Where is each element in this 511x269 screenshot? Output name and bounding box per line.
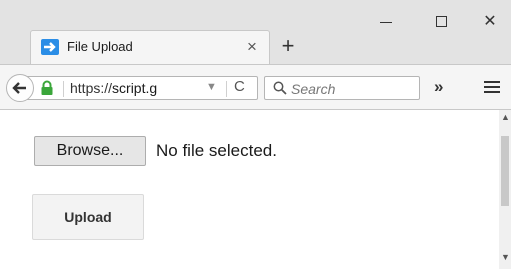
- arrow-right-icon: [41, 39, 59, 55]
- browser-window: File Upload × + ✕ https://script.g ▼ C S…: [0, 0, 511, 269]
- menu-line: [484, 91, 500, 93]
- scroll-thumb[interactable]: [501, 136, 509, 206]
- menu-line: [484, 86, 500, 88]
- back-button[interactable]: [6, 74, 34, 102]
- menu-line: [484, 81, 500, 83]
- tab-close-icon[interactable]: ×: [241, 34, 263, 60]
- title-bar: File Upload × + ✕: [0, 0, 511, 64]
- back-arrow-icon: [12, 82, 26, 94]
- url-divider: [63, 81, 64, 97]
- navigation-toolbar: https://script.g ▼ C Search »: [0, 64, 511, 110]
- minimize-button[interactable]: [366, 10, 406, 34]
- vertical-scrollbar[interactable]: ▲ ▼: [499, 110, 511, 269]
- minimize-icon: [380, 22, 392, 23]
- url-text[interactable]: https://script.g: [70, 80, 194, 96]
- scroll-up-icon[interactable]: ▲: [501, 112, 510, 122]
- url-divider: [226, 81, 227, 97]
- url-scheme: https://: [70, 80, 113, 96]
- scroll-down-icon[interactable]: ▼: [501, 252, 510, 262]
- search-icon: [273, 81, 287, 95]
- maximize-icon: [436, 16, 447, 27]
- maximize-button[interactable]: [422, 10, 462, 34]
- page-content: Browse... No file selected. Upload: [0, 110, 499, 269]
- tab-title: File Upload: [67, 39, 133, 54]
- hamburger-menu-icon[interactable]: [484, 81, 502, 95]
- file-status-text: No file selected.: [156, 141, 277, 160]
- close-window-button[interactable]: ✕: [470, 10, 510, 34]
- overflow-chevron-icon[interactable]: »: [434, 77, 443, 97]
- browse-button[interactable]: Browse...: [34, 136, 146, 166]
- new-tab-button[interactable]: +: [274, 30, 302, 62]
- close-icon: ✕: [483, 13, 497, 30]
- search-input[interactable]: Search: [264, 76, 420, 100]
- search-placeholder: Search: [291, 81, 336, 97]
- lock-icon[interactable]: [40, 80, 54, 96]
- tab-file-upload[interactable]: File Upload ×: [30, 30, 270, 64]
- url-dropdown-icon[interactable]: ▼: [206, 81, 217, 93]
- reload-icon[interactable]: C: [234, 78, 245, 95]
- url-host: script.g: [112, 80, 158, 96]
- upload-button[interactable]: Upload: [32, 194, 144, 240]
